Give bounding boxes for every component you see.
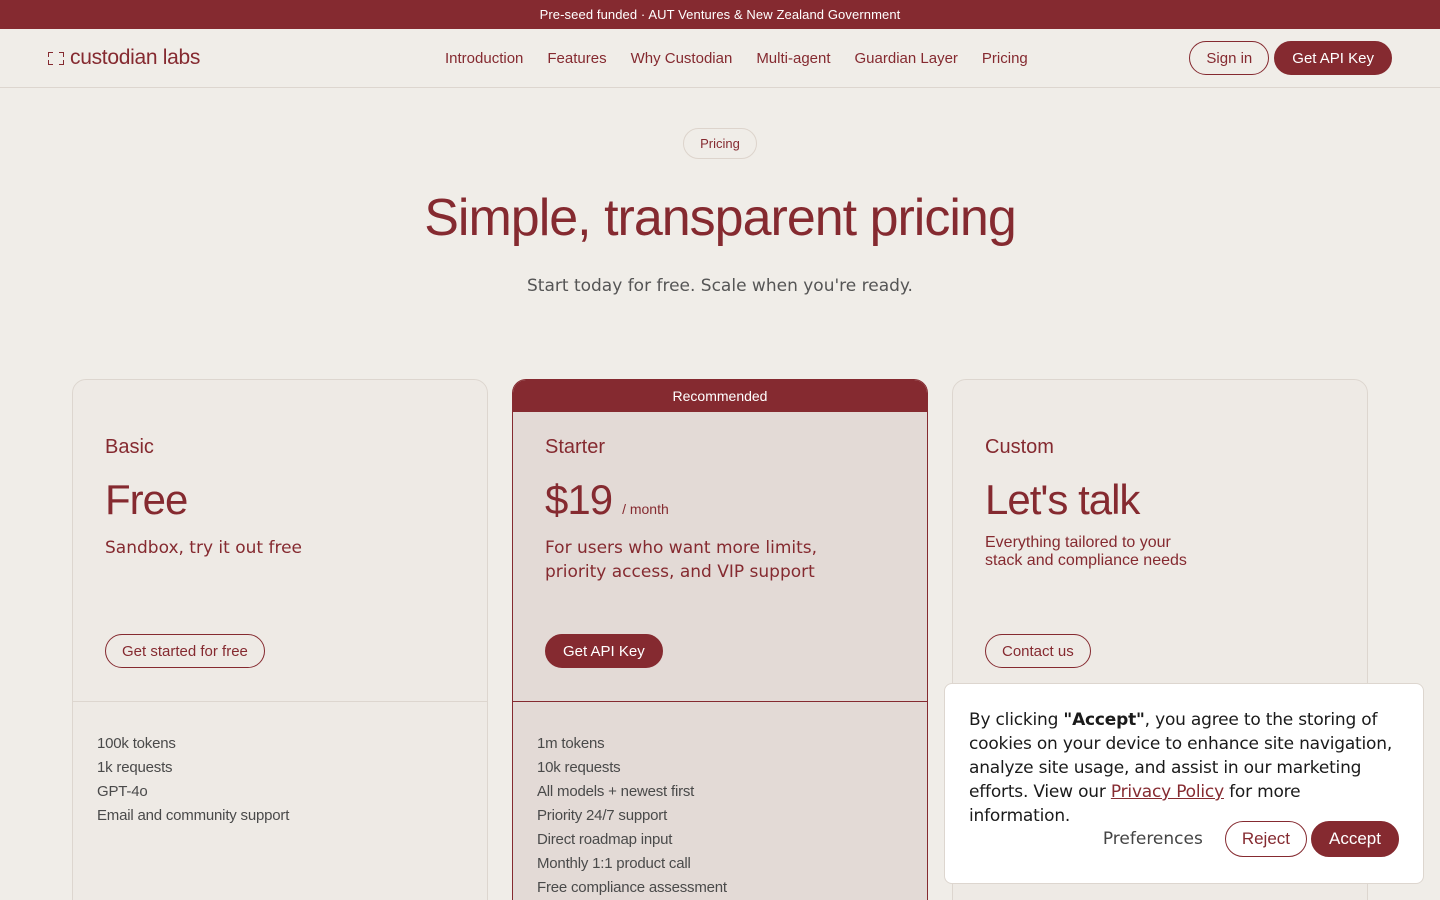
list-item: All models + newest first [537, 783, 695, 800]
logo-text: custodian labs [70, 46, 201, 69]
starter-get-api-key-button[interactable]: Get API Key [545, 634, 663, 668]
plan-description: Sandbox, try it out free [105, 538, 302, 558]
plan-name: Custom [985, 436, 1054, 458]
list-item: Priority 24/7 support [537, 807, 668, 824]
pricing-hero: Pricing Simple, transparent pricing Star… [0, 88, 1440, 296]
logo-bracket-icon [48, 51, 64, 65]
nav-links: Introduction Features Why Custodian Mult… [445, 29, 1028, 88]
list-item: Direct roadmap input [537, 831, 673, 848]
plan-price: Free [105, 476, 188, 523]
sign-in-button[interactable]: Sign in [1189, 41, 1270, 75]
logo[interactable]: custodian labs [48, 46, 200, 70]
list-item: 1m tokens [537, 735, 605, 752]
privacy-policy-link[interactable]: Privacy Policy [1111, 782, 1224, 802]
list-item: Email and community support [97, 807, 290, 824]
plan-card-basic: Basic Free Sandbox, try it out free Get … [72, 379, 488, 900]
announcement-text: Pre-seed funded · AUT Ventures & New Zea… [539, 7, 901, 22]
cookie-preferences-button[interactable]: Preferences [1103, 829, 1203, 849]
cookie-banner: By clicking "Accept", you agree to the s… [944, 683, 1424, 884]
price-period: / month [622, 501, 669, 517]
main-nav: custodian labs Introduction Features Why… [0, 29, 1440, 88]
list-item: Monthly 1:1 product call [537, 855, 691, 872]
list-item: 1k requests [97, 759, 173, 776]
recommended-badge: Recommended [513, 380, 927, 412]
list-item: 10k requests [537, 759, 621, 776]
get-started-free-button[interactable]: Get started for free [105, 634, 265, 668]
nav-link-introduction[interactable]: Introduction [445, 50, 523, 67]
plan-description: For users who want more limits, priority… [545, 538, 818, 582]
list-item: GPT-4o [97, 783, 148, 800]
nav-link-why-custodian[interactable]: Why Custodian [631, 50, 733, 67]
cookie-reject-button[interactable]: Reject [1224, 821, 1308, 857]
cookie-message: By clicking "Accept", you agree to the s… [969, 710, 1393, 826]
nav-link-pricing[interactable]: Pricing [982, 50, 1028, 67]
nav-link-guardian-layer[interactable]: Guardian Layer [855, 50, 958, 67]
section-pill: Pricing [683, 128, 757, 159]
plan-features: 1m tokens 10k requests All models + newe… [513, 702, 927, 900]
plan-description: Everything tailored to your stack and co… [985, 534, 1187, 569]
plan-card-starter: Recommended Starter $19/ month For users… [512, 379, 928, 900]
plan-price: $19/ month [545, 476, 669, 523]
cookie-actions: Preferences Reject Accept [1103, 821, 1399, 857]
list-item: 100k tokens [97, 735, 176, 752]
cookie-accept-button[interactable]: Accept [1311, 821, 1399, 857]
plan-name: Starter [545, 436, 606, 458]
page-title: Simple, transparent pricing [424, 189, 1017, 247]
plan-price: Let's talk [985, 476, 1140, 523]
nav-link-multi-agent[interactable]: Multi-agent [756, 50, 830, 67]
plan-name: Basic [105, 436, 154, 458]
contact-us-button[interactable]: Contact us [985, 634, 1091, 668]
nav-link-features[interactable]: Features [547, 50, 606, 67]
announcement-bar: Pre-seed funded · AUT Ventures & New Zea… [0, 0, 1440, 29]
get-api-key-button[interactable]: Get API Key [1274, 41, 1392, 75]
plan-features: 100k tokens 1k requests GPT-4o Email and… [73, 702, 487, 858]
page-subtitle: Start today for free. Scale when you're … [527, 276, 913, 296]
list-item: Free compliance assessment [537, 879, 727, 896]
nav-actions: Sign in Get API Key [1189, 41, 1392, 75]
